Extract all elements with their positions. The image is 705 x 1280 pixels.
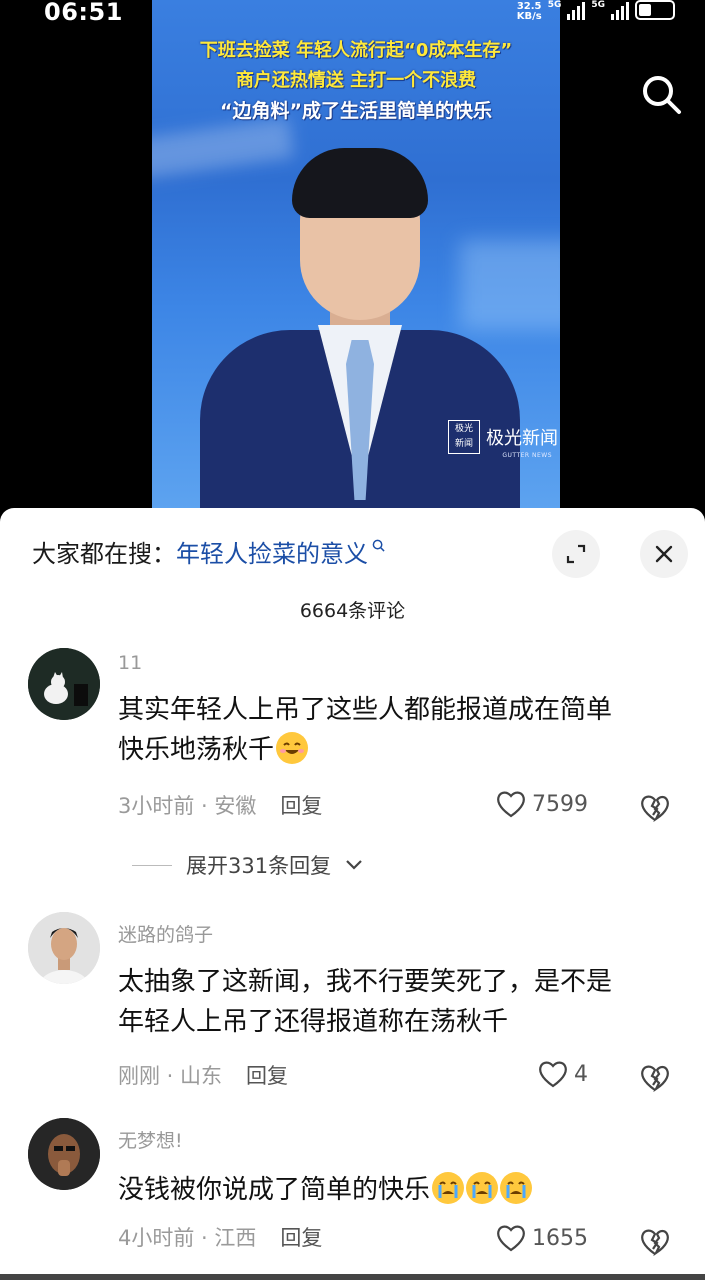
expand-icon bbox=[566, 544, 586, 564]
headline-line-3: “边角料”成了生活里简单的快乐 bbox=[220, 100, 492, 122]
bottom-edge bbox=[0, 1274, 705, 1280]
like-count: 7599 bbox=[532, 791, 588, 817]
news-headline: 下班去捡菜 年轻人流行起“0成本生存” 商户还热情送 主打一个不浪费 “边角料”… bbox=[152, 36, 560, 126]
signal-bars-icon-2 bbox=[611, 0, 629, 20]
expand-replies-label: 展开331条回复 bbox=[186, 854, 332, 878]
reply-button[interactable]: 回复 bbox=[280, 790, 322, 820]
comment-location: 山东 bbox=[180, 1064, 223, 1088]
news-anchor-image bbox=[200, 140, 520, 515]
signal-label-2: 5G bbox=[591, 0, 605, 10]
crying-emoji-icon bbox=[500, 1171, 533, 1204]
comment-location: 安徽 bbox=[214, 794, 257, 818]
reply-button[interactable]: 回复 bbox=[246, 1060, 288, 1090]
avatar[interactable] bbox=[28, 912, 100, 984]
heart-icon bbox=[497, 1225, 525, 1252]
comment-meta: 3小时前 · 安徽 回复 bbox=[118, 790, 322, 820]
trending-search[interactable]: 大家都在搜： 年轻人捡菜的意义 bbox=[32, 534, 385, 569]
smile-emoji-icon bbox=[276, 731, 309, 764]
comment-username[interactable]: 迷路的鸽子 bbox=[118, 920, 213, 947]
avatar[interactable] bbox=[28, 648, 100, 720]
comment-text: 其实年轻人上吊了这些人都能报道成在简单 快乐地荡秋千 bbox=[118, 695, 613, 765]
avatar[interactable] bbox=[28, 1118, 100, 1190]
comment-time: 4小时前 bbox=[118, 1226, 195, 1250]
headline-line-2: 商户还热情送 主打一个不浪费 bbox=[235, 70, 477, 91]
comment-meta: 4小时前 · 江西 回复 bbox=[118, 1222, 322, 1252]
expand-button[interactable] bbox=[552, 530, 600, 578]
signal-bars-icon bbox=[567, 0, 586, 20]
search-icon bbox=[372, 539, 385, 552]
battery-icon bbox=[635, 0, 675, 20]
comment-text: 太抽象了这新闻，我不行要笑死了，是不是 年轻人上吊了还得报道称在荡秋千 bbox=[118, 967, 613, 1037]
like-button[interactable]: 7599 bbox=[496, 790, 588, 818]
comment-text: 没钱被你说成了简单的快乐 bbox=[118, 1170, 688, 1210]
broken-heart-icon[interactable] bbox=[640, 794, 670, 822]
net-speed: 32.5 KB/s bbox=[516, 1, 542, 22]
heart-icon bbox=[539, 1061, 567, 1088]
reply-button[interactable]: 回复 bbox=[280, 1222, 322, 1252]
comment-time: 3小时前 bbox=[118, 794, 195, 818]
broken-heart-icon[interactable] bbox=[640, 1228, 670, 1256]
status-icons: 32.5 KB/s 5G 5G bbox=[517, 0, 675, 28]
expand-replies-button[interactable]: 展开331条回复 bbox=[132, 850, 363, 880]
search-icon[interactable] bbox=[639, 72, 683, 116]
comment-meta: 刚刚 · 山东 回复 bbox=[118, 1060, 288, 1090]
news-brand-logo: 极光 新闻 极光新闻 bbox=[448, 420, 558, 454]
like-button[interactable]: 4 bbox=[538, 1060, 588, 1088]
like-count: 1655 bbox=[532, 1225, 588, 1251]
like-count: 4 bbox=[574, 1061, 588, 1087]
chevron-down-icon bbox=[346, 860, 362, 870]
status-time: 06:51 bbox=[44, 0, 123, 26]
brand-subtitle: GUTTER NEWS bbox=[502, 452, 552, 459]
comment-location: 江西 bbox=[214, 1226, 257, 1250]
comment-username[interactable]: 11 bbox=[118, 652, 142, 674]
brand-logo-box: 极光 新闻 bbox=[448, 420, 480, 454]
video-player[interactable]: 下班去捡菜 年轻人流行起“0成本生存” 商户还热情送 主打一个不浪费 “边角料”… bbox=[0, 0, 705, 515]
signal-label-1: 5G bbox=[547, 0, 562, 10]
crying-emoji-icon bbox=[432, 1171, 465, 1204]
comment-sheet: 大家都在搜： 年轻人捡菜的意义 6664条评论 11 其实年轻人上吊了这些人都能… bbox=[0, 508, 705, 1280]
comment-count: 6664条评论 bbox=[299, 600, 406, 622]
brand-name: 极光新闻 bbox=[486, 428, 558, 449]
trending-search-term[interactable]: 年轻人捡菜的意义 bbox=[176, 534, 368, 569]
crying-emoji-icon bbox=[466, 1171, 499, 1204]
close-icon bbox=[655, 545, 673, 563]
headline-line-1: 下班去捡菜 年轻人流行起“0成本生存” bbox=[199, 40, 513, 61]
comment-username[interactable]: 无梦想! bbox=[118, 1126, 183, 1153]
broken-heart-icon[interactable] bbox=[640, 1064, 670, 1092]
trending-search-label: 大家都在搜： bbox=[32, 540, 176, 568]
video-frame: 下班去捡菜 年轻人流行起“0成本生存” 商户还热情送 主打一个不浪费 “边角料”… bbox=[152, 0, 560, 515]
heart-icon bbox=[497, 791, 525, 818]
comment-time: 刚刚 bbox=[118, 1064, 160, 1088]
close-button[interactable] bbox=[640, 530, 688, 578]
like-button[interactable]: 1655 bbox=[496, 1224, 588, 1252]
